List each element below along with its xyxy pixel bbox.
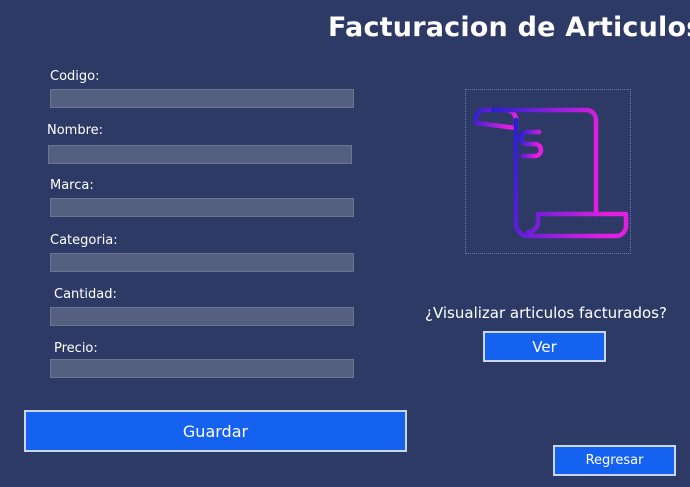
precio-input[interactable] <box>50 359 354 378</box>
precio-label: Precio: <box>54 341 98 356</box>
marca-input[interactable] <box>50 198 354 217</box>
invoice-image <box>465 89 631 254</box>
cantidad-input[interactable] <box>50 307 354 326</box>
categoria-label: Categoria: <box>50 233 118 248</box>
nombre-label: Nombre: <box>47 123 104 138</box>
categoria-input[interactable] <box>50 253 354 272</box>
save-button[interactable]: Guardar <box>24 410 407 452</box>
cantidad-label: Cantidad: <box>54 287 117 302</box>
view-invoices-question: ¿Visualizar articulos facturados? <box>425 304 667 322</box>
codigo-input[interactable] <box>50 89 354 108</box>
codigo-label: Codigo: <box>50 69 100 84</box>
invoice-receipt-icon <box>473 107 629 239</box>
marca-label: Marca: <box>50 178 94 193</box>
nombre-input[interactable] <box>48 145 352 164</box>
back-button[interactable]: Regresar <box>553 445 676 476</box>
page-title: Facturacion de Articulos <box>328 12 690 43</box>
view-button[interactable]: Ver <box>483 331 606 362</box>
